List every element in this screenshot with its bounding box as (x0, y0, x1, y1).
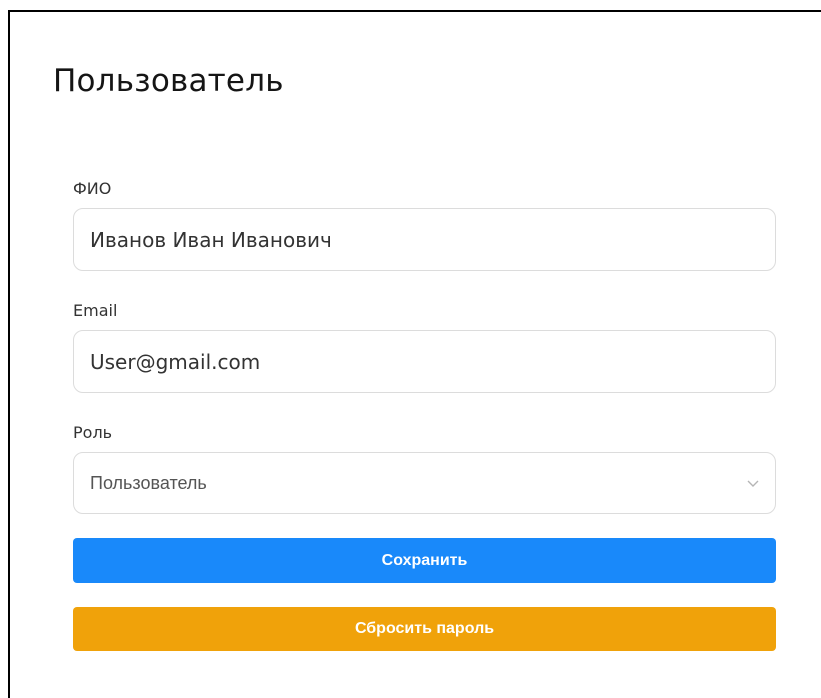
role-field: Роль Пользователь (73, 422, 776, 514)
full-name-field: ФИО (73, 178, 776, 271)
role-select[interactable]: Пользователь (73, 452, 776, 514)
full-name-label: ФИО (73, 179, 112, 198)
save-button[interactable]: Сохранить (73, 538, 776, 583)
email-input[interactable] (73, 330, 776, 393)
full-name-input[interactable] (73, 208, 776, 271)
user-form: ФИО Email Роль Пользователь Сохранить Сб… (73, 178, 776, 651)
email-field: Email (73, 300, 776, 393)
role-label: Роль (73, 423, 113, 442)
page-title: Пользователь (53, 63, 284, 99)
role-selected-value: Пользователь (90, 473, 207, 493)
email-label: Email (73, 301, 118, 320)
chevron-down-icon (747, 480, 759, 487)
reset-password-button[interactable]: Сбросить пароль (73, 607, 776, 651)
